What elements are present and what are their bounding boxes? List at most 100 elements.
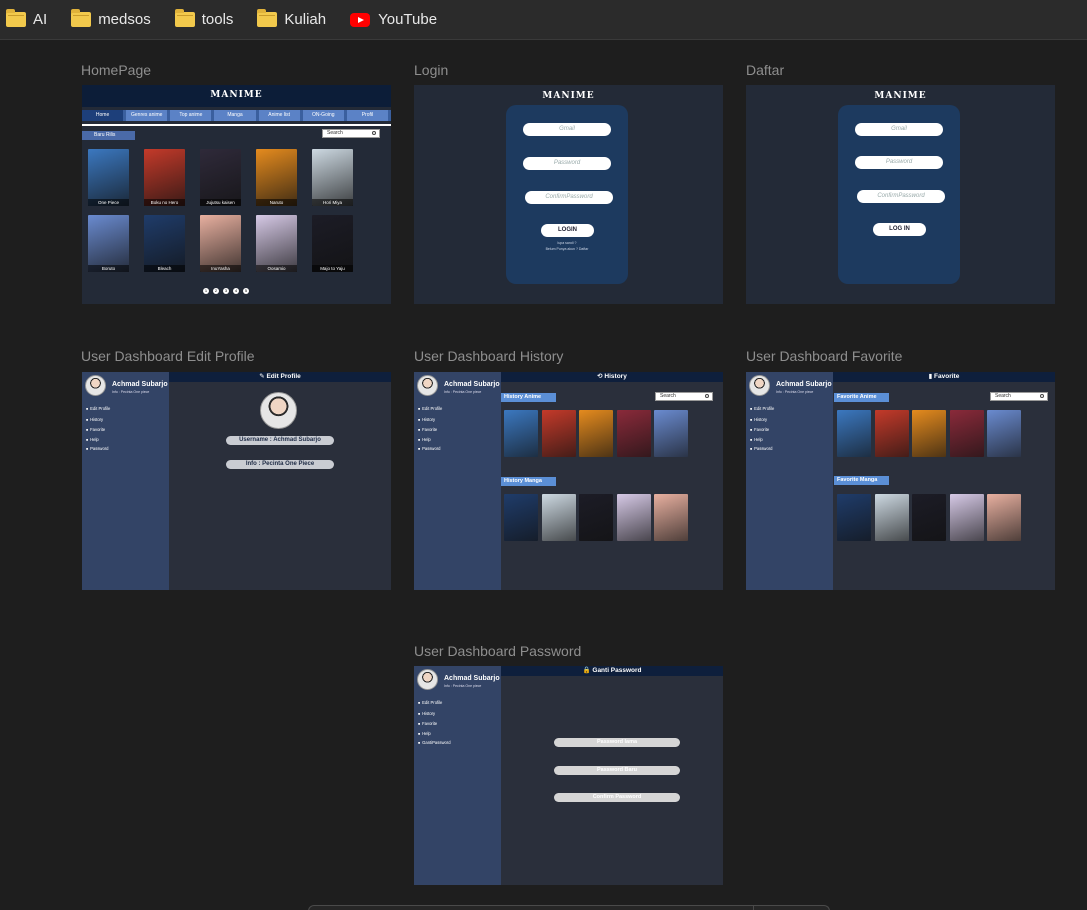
history-anime-cover[interactable] xyxy=(654,410,688,457)
confirm-password-input[interactable]: ConfirmPassword xyxy=(525,191,613,204)
menu-edit-profile[interactable]: Edit Profile xyxy=(418,406,442,411)
nav-anime-list[interactable]: Anime list xyxy=(259,110,303,121)
anime-cover[interactable]: Boku no Hero xyxy=(144,149,185,206)
anime-cover[interactable]: InuYasha xyxy=(200,215,241,272)
page-dot[interactable]: 5 xyxy=(243,288,249,294)
history-manga-cover[interactable] xyxy=(504,494,538,541)
login-button[interactable]: LOGIN xyxy=(541,224,594,237)
page-dot[interactable]: 1 xyxy=(203,288,209,294)
home-header: MANIME xyxy=(82,85,391,107)
password-input[interactable]: Password xyxy=(523,157,611,170)
anime-cover[interactable]: Hori Miya xyxy=(312,149,353,206)
favorite-search-input[interactable]: Search xyxy=(990,392,1048,401)
favorite-anime-cover[interactable] xyxy=(949,410,984,457)
page-dot[interactable]: 4 xyxy=(233,288,239,294)
menu-history[interactable]: History xyxy=(418,711,435,716)
history-manga-cover[interactable] xyxy=(541,494,576,541)
bookmark-ai[interactable]: AI xyxy=(6,6,55,34)
favorite-manga-cover[interactable] xyxy=(874,494,909,541)
menu-help[interactable]: Help xyxy=(86,437,99,442)
register-link[interactable]: Belum Punya akun ? Daftar xyxy=(506,247,628,251)
menu-favorite[interactable]: Favorite xyxy=(86,427,105,432)
anime-cover[interactable]: One Piece xyxy=(88,149,129,206)
menu-history[interactable]: History xyxy=(750,417,767,422)
homepage-frame[interactable]: MANIME Home Genres anime Top anime Manga… xyxy=(82,85,391,304)
gmail-input[interactable]: Gmail xyxy=(523,123,611,136)
menu-password[interactable]: Password xyxy=(86,446,108,451)
favorite-manga-cover[interactable] xyxy=(912,494,946,541)
bookmark-youtube[interactable]: YouTube xyxy=(350,6,445,34)
info-field[interactable]: Info : Pecinta One Piece xyxy=(226,460,334,469)
menu-history[interactable]: History xyxy=(86,417,103,422)
history-anime-cover[interactable] xyxy=(616,410,651,457)
favorite-manga-cover[interactable] xyxy=(987,494,1021,541)
password-input[interactable]: Password xyxy=(855,156,943,169)
menu-edit-profile[interactable]: Edit Profile xyxy=(750,406,774,411)
favorite-anime-cover[interactable] xyxy=(912,410,946,457)
history-manga-cover[interactable] xyxy=(654,494,688,541)
anime-cover[interactable]: Naruto xyxy=(256,149,297,206)
cover-title: Majo to Yaju xyxy=(312,265,353,272)
folder-icon xyxy=(71,9,92,27)
menu-favorite[interactable]: Favorite xyxy=(418,427,437,432)
cover-title: Boku no Hero xyxy=(144,199,185,206)
favorite-manga-cover[interactable] xyxy=(949,494,984,541)
forgot-password-link[interactable]: lupa sandi ? xyxy=(506,241,628,245)
search-icon xyxy=(372,131,376,135)
anime-cover[interactable]: Boruto xyxy=(88,215,129,272)
page-dot[interactable]: 2 xyxy=(213,288,219,294)
confirm-password-input[interactable]: Confirm Password xyxy=(554,793,680,802)
gmail-input[interactable]: Gmail xyxy=(855,123,943,136)
history-anime-cover[interactable] xyxy=(504,410,538,457)
anime-cover[interactable]: Bleach xyxy=(144,215,185,272)
nav-top-anime[interactable]: Top anime xyxy=(170,110,215,121)
nav-ongoing[interactable]: ON-Going xyxy=(303,110,347,121)
anime-cover[interactable]: Jujutsu kaisen xyxy=(200,149,241,206)
bookmark-tools[interactable]: tools xyxy=(174,6,242,34)
history-anime-cover[interactable] xyxy=(541,410,576,457)
menu-help[interactable]: Help xyxy=(418,731,431,736)
profile-avatar[interactable] xyxy=(260,392,297,429)
menu-edit-profile[interactable]: Edit Profile xyxy=(86,406,110,411)
menu-password[interactable]: Password xyxy=(750,446,772,451)
nav-profil[interactable]: Profil xyxy=(347,110,391,121)
dashboard-sidebar: Achmad Subarjo Info : Pecinta One piece … xyxy=(414,372,501,590)
favorite-anime-cover[interactable] xyxy=(837,410,871,457)
menu-favorite[interactable]: Favorite xyxy=(418,721,437,726)
youtube-icon xyxy=(350,12,371,27)
bookmark-kuliah[interactable]: Kuliah xyxy=(257,6,334,34)
user-info: Info : Pecinta One piece xyxy=(112,390,150,394)
menu-help[interactable]: Help xyxy=(750,437,763,442)
menu-ganti-password[interactable]: GantiPassword xyxy=(418,740,450,745)
favorite-manga-label: Favorite Manga xyxy=(834,476,889,485)
search-placeholder: Search xyxy=(660,393,676,399)
anime-cover[interactable]: Majo to Yaju xyxy=(312,215,353,272)
nav-manga[interactable]: Manga xyxy=(214,110,259,121)
menu-help[interactable]: Help xyxy=(418,437,431,442)
anime-cover[interactable]: Oosamio xyxy=(256,215,297,272)
menu-favorite[interactable]: Favorite xyxy=(750,427,769,432)
history-manga-cover[interactable] xyxy=(616,494,651,541)
bookmark-medsos[interactable]: medsos xyxy=(71,6,159,34)
frame-title-password: User Dashboard Password xyxy=(414,643,582,659)
favorite-manga-cover[interactable] xyxy=(837,494,871,541)
new-password-input[interactable]: Password Baru xyxy=(554,766,680,775)
old-password-input[interactable]: Password lama xyxy=(554,738,680,747)
menu-history[interactable]: History xyxy=(418,417,435,422)
user-name: Achmad Subarjo xyxy=(112,381,168,388)
home-search-input[interactable]: Search xyxy=(322,129,380,138)
favorite-anime-cover[interactable] xyxy=(987,410,1021,457)
horizontal-scrollbar[interactable] xyxy=(308,905,830,910)
nav-genres[interactable]: Genres anime xyxy=(126,110,171,121)
confirm-password-input[interactable]: ConfirmPassword xyxy=(857,190,945,203)
page-dot[interactable]: 3 xyxy=(223,288,229,294)
history-search-input[interactable]: Search xyxy=(655,392,713,401)
history-manga-cover[interactable] xyxy=(579,494,613,541)
favorite-anime-cover[interactable] xyxy=(874,410,909,457)
history-anime-cover[interactable] xyxy=(579,410,613,457)
menu-edit-profile[interactable]: Edit Profile xyxy=(418,700,442,705)
username-field[interactable]: Username : Achmad Subarjo xyxy=(226,436,334,445)
menu-password[interactable]: Password xyxy=(418,446,440,451)
nav-home[interactable]: Home xyxy=(82,110,127,121)
register-button[interactable]: LOG IN xyxy=(873,223,926,236)
